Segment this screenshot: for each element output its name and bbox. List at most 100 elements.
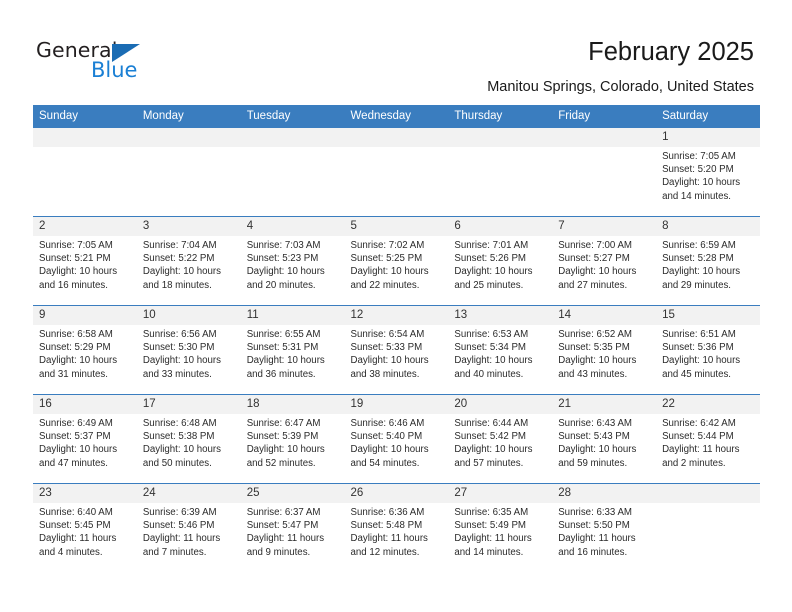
- daylight-text-cont: and 22 minutes.: [350, 279, 420, 291]
- calendar-day-cell[interactable]: 13 Sunrise: 6:53 AM Sunset: 5:34 PM Dayligh…: [448, 305, 553, 395]
- sunrise-text: Sunrise: 6:47 AM: [246, 418, 321, 429]
- daylight-text: Daylight: 10 hours: [39, 444, 118, 456]
- calendar-day-cell-inner: 20 Sunrise: 6:44 AM Sunset: 5:42 PM Dayligh…: [448, 395, 553, 483]
- sunset-text: Sunset: 5:50 PM: [558, 520, 630, 532]
- calendar-day-cell[interactable]: 2 Sunrise: 7:05 AM Sunset: 5:21 PM Daylight…: [33, 216, 137, 306]
- calendar-day-cell-inner: 14 Sunrise: 6:52 AM Sunset: 5:35 PM Dayligh…: [552, 306, 657, 394]
- sunrise-text: Sunrise: 7:00 AM: [558, 240, 632, 251]
- calendar-day-cell[interactable]: 10 Sunrise: 6:56 AM Sunset: 5:30 PM Dayligh…: [136, 305, 241, 395]
- calendar-day-cell[interactable]: 6 Sunrise: 7:01 AM Sunset: 5:26 PM Daylight…: [448, 216, 553, 306]
- daylight-text-cont: and 7 minutes.: [142, 546, 207, 558]
- daylight-text-cont: and 52 minutes.: [246, 457, 316, 469]
- sunset-text: Sunset: 5:39 PM: [246, 431, 319, 443]
- calendar-day-cell[interactable]: 3 Sunrise: 7:04 AM Sunset: 5:22 PM Daylight…: [136, 216, 241, 306]
- daylight-text-cont: and 45 minutes.: [662, 368, 731, 380]
- daylight-text-cont: and 2 minutes.: [662, 457, 726, 469]
- calendar-day-cell[interactable]: 11 Sunrise: 6:55 AM Sunset: 5:31 PM Dayligh…: [240, 305, 345, 395]
- calendar-day-details: Sunrise: 6:47 AM Sunset: 5:39 PM Daylight:…: [241, 414, 345, 470]
- weekday-header-saturday: Saturday: [656, 105, 760, 128]
- calendar-day-cell[interactable]: 24 Sunrise: 6:39 AM Sunset: 5:46 PM Dayligh…: [136, 483, 241, 572]
- sunrise-text: Sunrise: 6:56 AM: [142, 329, 217, 340]
- calendar-day-cell[interactable]: 25 Sunrise: 6:37 AM Sunset: 5:47 PM Dayligh…: [240, 483, 345, 572]
- calendar-day-number: 17: [136, 395, 241, 414]
- calendar-day-cell[interactable]: 19 Sunrise: 6:46 AM Sunset: 5:40 PM Dayligh…: [344, 394, 449, 484]
- calendar-day-cell[interactable]: 16 Sunrise: 6:49 AM Sunset: 5:37 PM Dayligh…: [33, 394, 137, 484]
- calendar-day-cell[interactable]: 7 Sunrise: 7:00 AM Sunset: 5:27 PM Daylight…: [552, 216, 657, 306]
- calendar-day-cell-inner: 8 Sunrise: 6:59 AM Sunset: 5:28 PM Daylight…: [656, 217, 760, 305]
- daylight-text-cont: and 54 minutes.: [350, 457, 420, 469]
- calendar-day-cell[interactable]: 15 Sunrise: 6:51 AM Sunset: 5:36 PM Dayligh…: [656, 305, 760, 395]
- calendar-day-cell[interactable]: 22 Sunrise: 6:42 AM Sunset: 5:44 PM Dayligh…: [656, 394, 760, 484]
- calendar-day-number: 20: [448, 395, 553, 414]
- calendar-day-cell[interactable]: 26 Sunrise: 6:36 AM Sunset: 5:48 PM Dayligh…: [344, 483, 449, 572]
- calendar-day-cell[interactable]: 28 Sunrise: 6:33 AM Sunset: 5:50 PM Dayligh…: [552, 483, 657, 572]
- page-subtitle-location: Manitou Springs, Colorado, United States: [487, 79, 754, 95]
- page-header: General Blue February 2025 Manitou Sprin…: [0, 0, 792, 103]
- calendar-day-cell-empty: [552, 127, 657, 217]
- daylight-text: Daylight: 10 hours: [558, 444, 637, 456]
- calendar-day-cell-inner: 22 Sunrise: 6:42 AM Sunset: 5:44 PM Dayligh…: [656, 395, 760, 483]
- calendar-day-number: [136, 128, 241, 147]
- calendar-day-cell-inner: [136, 128, 241, 216]
- calendar-day-cell-inner: 9 Sunrise: 6:58 AM Sunset: 5:29 PM Daylight…: [33, 306, 137, 394]
- calendar-day-cell-inner: 21 Sunrise: 6:43 AM Sunset: 5:43 PM Dayligh…: [552, 395, 657, 483]
- daylight-text-cont: and 38 minutes.: [350, 368, 420, 380]
- calendar-day-details: [137, 147, 241, 150]
- calendar-day-number: 26: [344, 484, 449, 503]
- calendar-day-number: 21: [552, 395, 657, 414]
- calendar-day-cell[interactable]: 17 Sunrise: 6:48 AM Sunset: 5:38 PM Dayligh…: [136, 394, 241, 484]
- calendar-day-number: 2: [33, 217, 137, 236]
- calendar-day-details: [448, 147, 552, 150]
- calendar-day-cell[interactable]: 4 Sunrise: 7:03 AM Sunset: 5:23 PM Daylight…: [240, 216, 345, 306]
- sunset-text: Sunset: 5:44 PM: [662, 431, 734, 443]
- calendar-day-details: [552, 147, 656, 150]
- weekday-header-row: Sunday Monday Tuesday Wednesday Thursday…: [33, 105, 760, 128]
- sunrise-text: Sunrise: 6:58 AM: [39, 329, 113, 340]
- daylight-text: Daylight: 10 hours: [454, 266, 533, 278]
- calendar-day-cell-inner: 7 Sunrise: 7:00 AM Sunset: 5:27 PM Daylight…: [552, 217, 657, 305]
- sunset-text: Sunset: 5:47 PM: [246, 520, 319, 532]
- daylight-text: Daylight: 11 hours: [662, 444, 740, 456]
- calendar-day-number: 27: [448, 484, 553, 503]
- weekday-header-friday: Friday: [552, 105, 657, 128]
- calendar-day-details: Sunrise: 7:00 AM Sunset: 5:27 PM Daylight:…: [552, 236, 656, 292]
- calendar-day-cell[interactable]: 14 Sunrise: 6:52 AM Sunset: 5:35 PM Dayligh…: [552, 305, 657, 395]
- calendar-day-cell[interactable]: 5 Sunrise: 7:02 AM Sunset: 5:25 PM Daylight…: [344, 216, 449, 306]
- calendar-day-cell-empty: [448, 127, 553, 217]
- calendar-day-cell[interactable]: 18 Sunrise: 6:47 AM Sunset: 5:39 PM Dayligh…: [240, 394, 345, 484]
- calendar-day-cell-inner: 16 Sunrise: 6:49 AM Sunset: 5:37 PM Dayligh…: [33, 395, 137, 483]
- calendar-day-cell[interactable]: 8 Sunrise: 6:59 AM Sunset: 5:28 PM Daylight…: [656, 216, 760, 306]
- calendar-day-details: Sunrise: 7:01 AM Sunset: 5:26 PM Daylight:…: [448, 236, 552, 292]
- sunset-text: Sunset: 5:46 PM: [142, 520, 215, 532]
- calendar-day-cell[interactable]: 9 Sunrise: 6:58 AM Sunset: 5:29 PM Daylight…: [33, 305, 137, 395]
- calendar-day-number: 12: [344, 306, 449, 325]
- daylight-text: Daylight: 10 hours: [558, 266, 637, 278]
- calendar-day-cell-inner: [656, 484, 760, 572]
- sunset-text: Sunset: 5:25 PM: [350, 253, 423, 265]
- sunset-text: Sunset: 5:36 PM: [662, 342, 734, 354]
- calendar-week-row: 16 Sunrise: 6:49 AM Sunset: 5:37 PM Dayligh…: [33, 394, 760, 484]
- daylight-text: Daylight: 11 hours: [142, 533, 221, 545]
- calendar-day-details: Sunrise: 6:49 AM Sunset: 5:37 PM Daylight:…: [33, 414, 137, 470]
- daylight-text-cont: and 14 minutes.: [454, 546, 524, 558]
- sunrise-text: Sunrise: 7:03 AM: [246, 240, 321, 251]
- calendar-day-number: 19: [344, 395, 449, 414]
- daylight-text: Daylight: 10 hours: [142, 266, 221, 278]
- calendar-day-cell[interactable]: 12 Sunrise: 6:54 AM Sunset: 5:33 PM Dayligh…: [344, 305, 449, 395]
- daylight-text: Daylight: 10 hours: [454, 444, 533, 456]
- daylight-text: Daylight: 11 hours: [246, 533, 325, 545]
- sunrise-text: Sunrise: 7:04 AM: [142, 240, 217, 251]
- sunset-text: Sunset: 5:22 PM: [142, 253, 215, 265]
- calendar-day-details: Sunrise: 6:48 AM Sunset: 5:38 PM Daylight:…: [137, 414, 241, 470]
- calendar-day-cell-inner: 12 Sunrise: 6:54 AM Sunset: 5:33 PM Dayligh…: [344, 306, 449, 394]
- calendar-day-cell-inner: [448, 128, 553, 216]
- calendar-day-cell[interactable]: 23 Sunrise: 6:40 AM Sunset: 5:45 PM Dayligh…: [33, 483, 137, 572]
- sunrise-sunset-calendar-table: Sunday Monday Tuesday Wednesday Thursday…: [33, 105, 760, 572]
- calendar-day-cell[interactable]: 20 Sunrise: 6:44 AM Sunset: 5:42 PM Dayligh…: [448, 394, 553, 484]
- calendar-day-number: 4: [240, 217, 345, 236]
- calendar-day-cell[interactable]: 21 Sunrise: 6:43 AM Sunset: 5:43 PM Dayligh…: [552, 394, 657, 484]
- calendar-day-cell[interactable]: 1 Sunrise: 7:05 AM Sunset: 5:20 PM Daylight…: [656, 127, 760, 217]
- calendar-day-cell[interactable]: 27 Sunrise: 6:35 AM Sunset: 5:49 PM Dayligh…: [448, 483, 553, 572]
- weekday-header-sunday: Sunday: [33, 105, 137, 128]
- sunset-text: Sunset: 5:34 PM: [454, 342, 526, 354]
